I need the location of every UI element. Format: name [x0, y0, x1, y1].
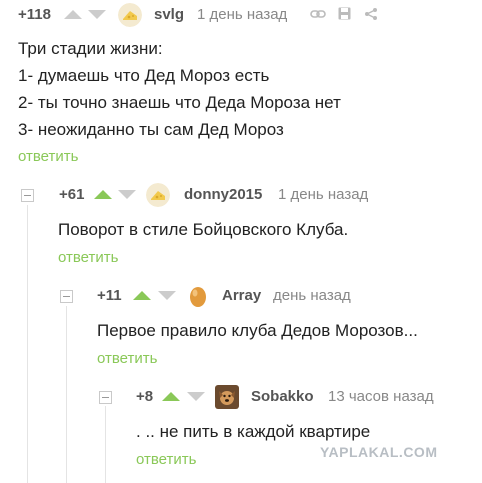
watermark: YAPLAKAL.COM — [320, 444, 438, 460]
comment-author[interactable]: donny2015 — [184, 186, 262, 203]
comment-time[interactable]: 1 день назад — [197, 6, 287, 23]
upvote-icon[interactable] — [64, 10, 82, 19]
comment-line: 3- неожиданно ты сам Дед Мороз — [18, 120, 284, 139]
thread-line — [27, 205, 28, 483]
egg-avatar-icon[interactable] — [186, 284, 210, 308]
thread-line — [66, 306, 67, 483]
upvote-icon[interactable] — [133, 291, 151, 300]
upvote-icon[interactable] — [94, 190, 112, 199]
downvote-icon[interactable] — [118, 190, 136, 199]
comment-line: Три стадии жизни: — [18, 39, 163, 58]
comment-line: . .. не пить в каждой квартире — [136, 422, 371, 441]
comment-time[interactable]: день назад — [273, 287, 351, 304]
collapse-button[interactable] — [99, 391, 112, 404]
comment-rating: +61 — [59, 186, 85, 203]
link-icon[interactable] — [310, 8, 326, 20]
comment-rating: +11 — [97, 287, 122, 304]
reply-link[interactable]: ответить — [18, 148, 78, 165]
share-icon[interactable] — [364, 7, 378, 21]
reply-link[interactable]: ответить — [136, 451, 196, 468]
comment-line: 2- ты точно знаешь что Деда Мороза нет — [18, 93, 341, 112]
comment-author[interactable]: svlg — [154, 6, 184, 23]
comment-text: Поворот в стиле Бойцовского Клуба. — [58, 216, 348, 243]
downvote-icon[interactable] — [187, 392, 205, 401]
reply-link[interactable]: ответить — [58, 249, 118, 266]
comment-text: . .. не пить в каждой квартире — [136, 418, 370, 445]
comment-rating: +118 — [18, 6, 51, 23]
comment-author[interactable]: Array — [222, 287, 261, 304]
thread-line — [105, 406, 106, 483]
cheese-avatar-icon[interactable] — [118, 3, 142, 27]
downvote-icon[interactable] — [88, 10, 106, 19]
comment-line: Поворот в стиле Бойцовского Клуба. — [58, 220, 349, 239]
comment-text: Три стадии жизни: 1- думаешь что Дед Мор… — [18, 35, 468, 143]
comment-time[interactable]: 13 часов назад — [328, 388, 434, 405]
collapse-button[interactable] — [60, 290, 73, 303]
comment-text: Первое правило клуба Дедов Морозов... — [97, 317, 418, 344]
upvote-icon[interactable] — [162, 392, 180, 401]
save-icon[interactable] — [338, 7, 351, 20]
comment-line: 1- думаешь что Дед Мороз есть — [18, 66, 270, 85]
cheese-avatar-icon[interactable] — [146, 183, 170, 207]
downvote-icon[interactable] — [158, 291, 176, 300]
comment-rating: +8 — [136, 388, 154, 405]
comment-time[interactable]: 1 день назад — [278, 186, 368, 203]
dog-photo-avatar-icon[interactable] — [215, 385, 239, 409]
collapse-button[interactable] — [21, 189, 34, 202]
comment-line: Первое правило клуба Дедов Морозов... — [97, 321, 418, 340]
comment-author[interactable]: Sobakko — [251, 388, 314, 405]
reply-link[interactable]: ответить — [97, 350, 157, 367]
